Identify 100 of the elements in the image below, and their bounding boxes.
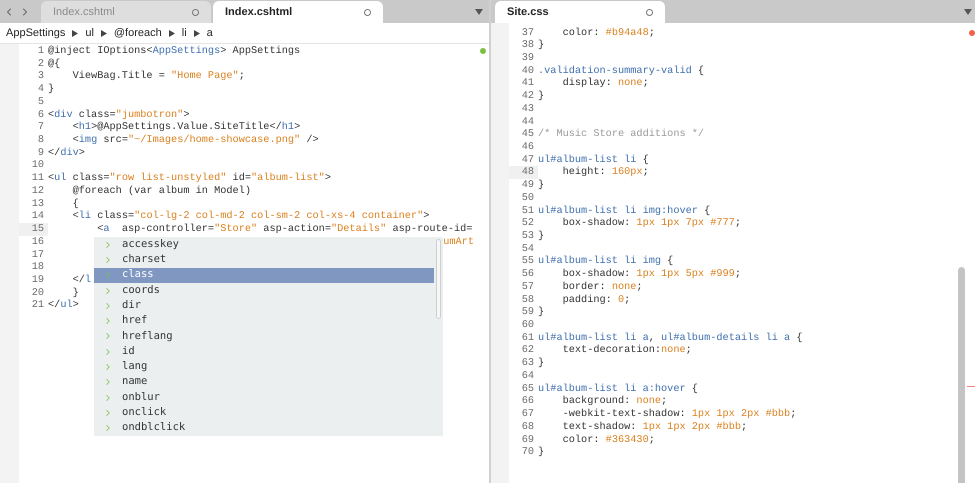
scrollbar[interactable] [958, 267, 965, 483]
code-line: </l [72, 274, 92, 287]
line-number: 51 [520, 204, 535, 218]
code-line: @foreach (var album in Model) [72, 184, 251, 198]
line-number: 40 [520, 64, 535, 78]
marker-line [967, 386, 975, 387]
code-line: } [538, 306, 544, 320]
code-line: ul#album-list li a:hover { [538, 382, 698, 396]
code-line: } [538, 39, 544, 52]
separator-arrow-icon [194, 30, 200, 36]
dropdown-caret-icon[interactable] [964, 8, 972, 14]
code-line: box-shadow: 1px 1px 5px #999; [562, 268, 741, 281]
line-number: 2 [36, 58, 45, 70]
code-line: </div> [48, 146, 85, 160]
code-line: ul#album-list li a, ul#album-details li a { [538, 332, 803, 344]
line-number: 56 [520, 268, 535, 281]
line-number: 59 [520, 306, 535, 320]
line-number: 14 [30, 210, 45, 224]
code-line: ul#album-list li img { [538, 255, 674, 268]
separator-arrow-icon [168, 30, 175, 36]
line-number: 54 [520, 242, 535, 256]
code-line: ViewBag.Title = "Home Page"; [72, 70, 245, 84]
suggestion-item[interactable]: name [94, 374, 434, 390]
line-number: 1 [36, 45, 45, 58]
line-number: 20 [30, 286, 45, 300]
line-number: 42 [520, 90, 535, 103]
line-number: 10 [30, 159, 45, 172]
code-line: color: #b94a48; [562, 26, 655, 40]
line-number: 64 [520, 370, 535, 383]
line-number: 69 [520, 434, 535, 446]
line-number: 55 [520, 255, 535, 268]
line-number: 5 [36, 96, 45, 109]
code-line: <div class="jumbotron"> [48, 108, 190, 122]
line-number: 53 [520, 230, 535, 243]
breadcrumb-item[interactable]: ul [85, 24, 94, 42]
line-number: 39 [520, 52, 535, 65]
code-line: @{ [48, 58, 60, 70]
dropdown-caret-icon[interactable] [475, 8, 483, 14]
suggestion-item[interactable]: charset [94, 252, 434, 268]
file-tab[interactable]: Site.css [495, 1, 665, 23]
suggestion-item[interactable]: id [94, 344, 434, 360]
line-number: 60 [520, 319, 535, 332]
code-line: umArt [443, 236, 474, 248]
code-line: border: none; [562, 280, 643, 294]
code-line: background: none; [562, 395, 668, 408]
line-number: 37 [520, 26, 535, 40]
code-line: display: none; [562, 77, 649, 90]
suggestion-item[interactable]: hreflang [94, 328, 434, 344]
line-number: 41 [520, 77, 535, 90]
line-number: 43 [520, 102, 535, 116]
code-line: /* Music Store additions */ [538, 128, 704, 141]
line-number: 18 [30, 261, 45, 274]
line-number: 67 [520, 408, 535, 421]
line-number: 61 [520, 332, 535, 344]
line-number: 63 [520, 357, 535, 370]
code-line: } [48, 83, 54, 96]
code-line: <img src="~/Images/home-showcase.png" /> [72, 134, 319, 147]
suggestion-item[interactable]: ondblclick [94, 420, 434, 436]
line-number: 44 [520, 116, 535, 128]
code-line: } [72, 286, 79, 300]
code-line: } [538, 230, 544, 243]
code-line: <a asp-controller="Store" asp-action="Details" asp-route-id= [96, 223, 472, 236]
suggestion-item[interactable]: accesskey [94, 237, 434, 252]
code-line: box-shadow: 1px 1px 7px #777; [562, 217, 741, 230]
code-line: height: 160px; [562, 166, 649, 180]
code-line: padding: 0; [562, 294, 630, 306]
suggestion-item[interactable]: coords [94, 282, 434, 298]
line-number: 8 [36, 134, 45, 147]
line-number: 52 [520, 217, 535, 230]
suggestion-item[interactable]: onclick [94, 405, 434, 421]
code-line: .validation-summary-valid { [538, 64, 704, 78]
breadcrumb-item[interactable]: AppSettings [6, 24, 66, 42]
code-line: text-decoration:none; [562, 344, 692, 358]
scrollbar[interactable] [436, 239, 441, 319]
suggestion-item[interactable]: onblur [94, 390, 434, 406]
code-line: } [538, 90, 544, 103]
code-line: <li class="col-lg-2 col-md-2 col-sm-2 col-xs-4 container"> [72, 210, 430, 224]
line-number: 38 [520, 39, 535, 52]
suggestion-item[interactable]: dir [94, 298, 434, 314]
breadcrumb-item[interactable]: a [206, 24, 213, 42]
line-number: 47 [520, 154, 535, 166]
line-number: 57 [520, 280, 535, 294]
line-number: 16 [30, 236, 45, 248]
line-number: 12 [30, 184, 45, 198]
code-line: <ul class="row list-unstyled" id="album-list"> [48, 172, 331, 185]
code-line: { [72, 198, 79, 210]
breadcrumb-item[interactable]: li [182, 24, 187, 42]
file-tab[interactable]: Index.cshtml [213, 1, 383, 23]
code-line: ul#album-list li img:hover { [538, 204, 710, 218]
suggestion-item[interactable]: href [94, 313, 434, 329]
line-number: 11 [30, 172, 45, 185]
line-number: 21 [30, 299, 45, 312]
breadcrumb-item[interactable]: @foreach [114, 24, 162, 42]
code-line: text-shadow: 1px 1px 2px #bbb; [562, 420, 748, 434]
separator-arrow-icon [72, 30, 78, 36]
suggestion-item[interactable]: lang [94, 359, 434, 375]
code-line: } [538, 179, 544, 192]
line-number: 9 [36, 146, 45, 160]
code-line: ul#album-list li { [538, 154, 649, 166]
line-number: 58 [520, 294, 535, 306]
